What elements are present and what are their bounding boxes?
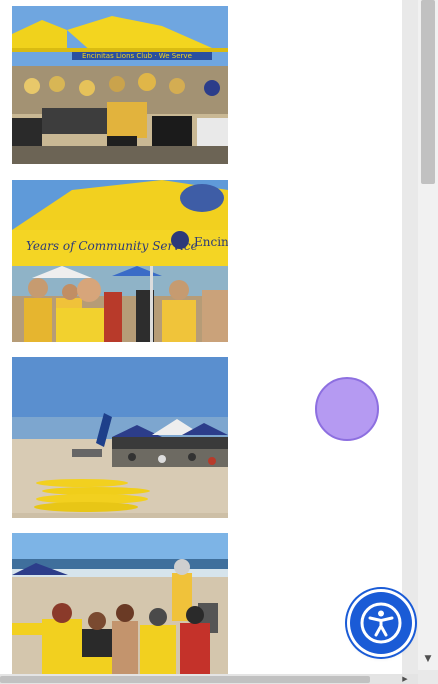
page-content: Encinitas Lions Club · We Serve Years of xyxy=(0,0,402,676)
photo-surfboards xyxy=(12,357,228,518)
chevron-right-icon: ▶ xyxy=(402,675,408,683)
photo-group-beach xyxy=(12,533,228,676)
scroll-right-arrow[interactable]: ▶ xyxy=(400,674,410,684)
chat-widget-button[interactable] xyxy=(315,377,379,441)
photo-food-service: Encinitas Lions Club · We Serve xyxy=(12,6,228,164)
gallery-photo-4[interactable] xyxy=(12,533,228,676)
scroll-down-arrow[interactable]: ▼ xyxy=(418,650,438,668)
svg-text:Encini: Encini xyxy=(194,235,228,249)
horizontal-scroll-thumb[interactable] xyxy=(0,676,370,683)
gallery-photo-3[interactable] xyxy=(12,357,228,518)
svg-text:Encinitas Lions Club · We Serv: Encinitas Lions Club · We Serve xyxy=(82,52,192,60)
gallery-photo-2[interactable]: Years of Community Service Encini xyxy=(12,180,228,342)
vertical-scrollbar[interactable]: ▼ xyxy=(418,0,438,670)
horizontal-scrollbar[interactable]: ▶ xyxy=(0,674,418,684)
chevron-down-icon: ▼ xyxy=(424,654,432,664)
vertical-scroll-thumb[interactable] xyxy=(421,0,435,184)
photo-volunteers-tent: Years of Community Service Encini xyxy=(12,180,228,342)
accessibility-button[interactable] xyxy=(350,592,412,654)
gallery-photo-1[interactable]: Encinitas Lions Club · We Serve xyxy=(12,6,228,164)
accessibility-person-icon xyxy=(360,602,402,644)
